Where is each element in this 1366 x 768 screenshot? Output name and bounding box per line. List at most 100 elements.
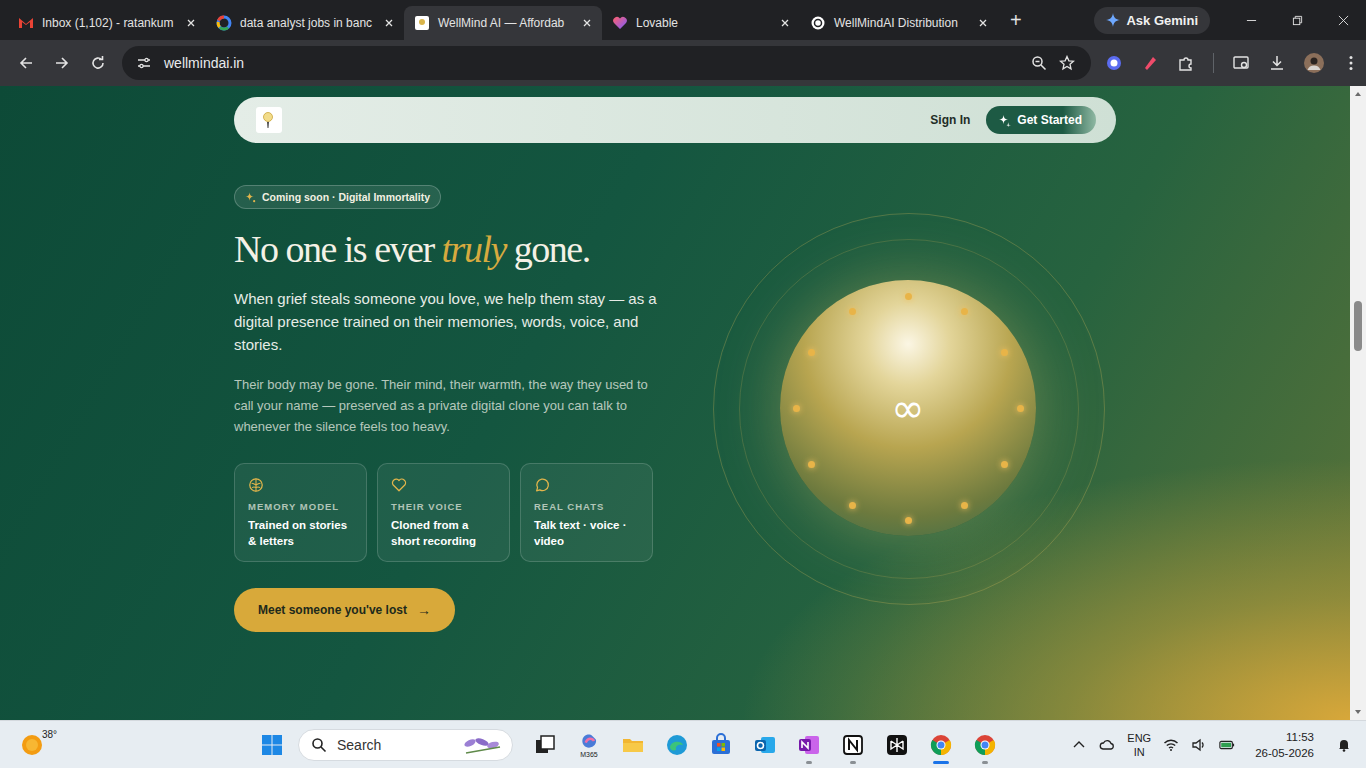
orb-dot <box>808 461 815 468</box>
feature-text: Cloned from a short recording <box>391 517 497 549</box>
orb-dot <box>793 405 800 412</box>
page-container: Sign InGet StartedComing soon · Digital … <box>234 86 1116 632</box>
scroll-down-icon[interactable] <box>1353 707 1363 717</box>
google-icon <box>216 15 232 31</box>
sparkle-icon <box>998 114 1011 127</box>
orb-dot <box>1001 349 1008 356</box>
orb-dot <box>1001 461 1008 468</box>
sparkle-icon <box>1106 13 1120 27</box>
address-bar[interactable]: wellmindai.in <box>122 46 1091 80</box>
logo-icon[interactable] <box>256 107 282 133</box>
pen-extension-icon[interactable] <box>1141 54 1159 72</box>
brain-icon <box>248 477 264 493</box>
scroll-up-icon[interactable] <box>1353 89 1363 99</box>
feature-card: REAL CHATSTalk text · voice · video <box>520 463 653 562</box>
get-started-button[interactable]: Get Started <box>986 106 1096 134</box>
browser-tab[interactable]: data analyst jobs in banc <box>206 6 404 40</box>
running-indicator <box>806 761 812 764</box>
taskbar-app[interactable] <box>745 725 785 765</box>
orb-dot <box>849 308 856 315</box>
site-nav: Sign In Get Started <box>234 97 1116 143</box>
language-indicator[interactable]: ENGIN <box>1127 731 1151 759</box>
running-indicator <box>850 761 856 764</box>
bookmark-star-icon[interactable] <box>1059 55 1075 71</box>
download-icon[interactable] <box>1268 54 1286 72</box>
hero-body: Their body may be gone. Their mind, thei… <box>234 374 659 437</box>
chevron-up-icon[interactable] <box>1071 737 1087 753</box>
taskbar-app[interactable] <box>877 725 917 765</box>
web-page: Sign InGet StartedComing soon · Digital … <box>0 86 1366 720</box>
menu-icon[interactable] <box>1342 54 1360 72</box>
taskbar-app[interactable] <box>789 725 829 765</box>
strip-controls: Ask Gemini <box>1094 0 1366 40</box>
store-icon <box>709 733 733 757</box>
sparkle-icon <box>245 192 256 203</box>
chrome-icon <box>973 733 997 757</box>
cloud-sync-icon[interactable] <box>1099 737 1115 753</box>
orb-dot <box>905 517 912 524</box>
desktop: Inbox (1,102) - ratankum data analyst job… <box>0 0 1366 768</box>
taskbar-search[interactable]: Search <box>298 729 513 761</box>
taskbar-app[interactable] <box>921 725 961 765</box>
outlook-icon <box>753 733 777 757</box>
taskbar-app[interactable] <box>701 725 741 765</box>
minimize-button[interactable] <box>1228 0 1274 40</box>
tab-title: WellMind AI — Affordab <box>438 16 574 30</box>
profile-avatar-icon[interactable] <box>1304 53 1324 73</box>
running-indicator <box>933 761 949 764</box>
chat-bubble-icon <box>534 477 550 493</box>
chrome-icon <box>929 733 953 757</box>
scrollbar[interactable] <box>1350 86 1366 720</box>
extension-icon[interactable] <box>1105 54 1123 72</box>
ask-gemini-button[interactable]: Ask Gemini <box>1094 7 1210 34</box>
browser-tab[interactable]: Inbox (1,102) - ratankum <box>8 6 206 40</box>
taskbar-app[interactable] <box>965 725 1005 765</box>
onenote-icon <box>797 733 821 757</box>
close-icon[interactable] <box>978 18 988 28</box>
sign-in-link[interactable]: Sign In <box>930 113 970 127</box>
taskbar-app[interactable] <box>657 725 697 765</box>
taskbar-app[interactable]: M365 <box>569 725 609 765</box>
close-window-button[interactable] <box>1320 0 1366 40</box>
orb-dot <box>849 502 856 509</box>
restore-button[interactable] <box>1274 0 1320 40</box>
orb-area: ∞ <box>708 208 1108 608</box>
infinity-symbol: ∞ <box>891 388 924 428</box>
close-icon[interactable] <box>780 18 790 28</box>
new-tab-button[interactable]: + <box>998 6 1034 40</box>
taskbar-app[interactable] <box>525 725 565 765</box>
cast-icon[interactable] <box>1232 54 1250 72</box>
browser-tab[interactable]: WellMindAI Distribution <box>800 6 998 40</box>
browser-tab[interactable]: WellMind AI — Affordab <box>404 6 602 40</box>
running-indicator <box>982 761 988 764</box>
forward-button[interactable] <box>44 47 80 79</box>
search-icon <box>311 737 327 753</box>
lovable-icon <box>612 15 628 31</box>
reload-button[interactable] <box>80 47 116 79</box>
meet-button[interactable]: Meet someone you've lost→ <box>234 588 455 632</box>
close-icon[interactable] <box>384 18 394 28</box>
taskbar-app[interactable] <box>613 725 653 765</box>
close-icon[interactable] <box>582 18 592 28</box>
close-icon[interactable] <box>186 18 196 28</box>
volume-icon[interactable] <box>1191 737 1207 753</box>
battery-icon[interactable] <box>1219 737 1235 753</box>
browser-tab[interactable]: Lovable <box>602 6 800 40</box>
restore-icon <box>1292 15 1303 26</box>
clock[interactable]: 11:5326-05-2026 <box>1255 729 1314 761</box>
scroll-thumb[interactable] <box>1354 301 1362 351</box>
tab-title: data analyst jobs in banc <box>240 16 376 30</box>
hero-headline: No one is ever truly gone. <box>234 229 590 271</box>
taskbar-app[interactable] <box>833 725 873 765</box>
weather-widget[interactable]: 38° <box>0 733 252 757</box>
taskbar-apps: Search M365 <box>252 725 1005 765</box>
back-button[interactable] <box>8 47 44 79</box>
orb-dot <box>961 502 968 509</box>
notification-bell-icon[interactable] <box>1336 737 1352 753</box>
puzzle-icon[interactable] <box>1177 54 1195 72</box>
zoom-icon[interactable] <box>1031 55 1047 71</box>
feature-cards: MEMORY MODELTrained on stories & letters… <box>234 463 653 562</box>
tab-list: Inbox (1,102) - ratankum data analyst job… <box>8 6 1034 40</box>
wifi-icon[interactable] <box>1163 737 1179 753</box>
start-button[interactable] <box>252 725 292 765</box>
